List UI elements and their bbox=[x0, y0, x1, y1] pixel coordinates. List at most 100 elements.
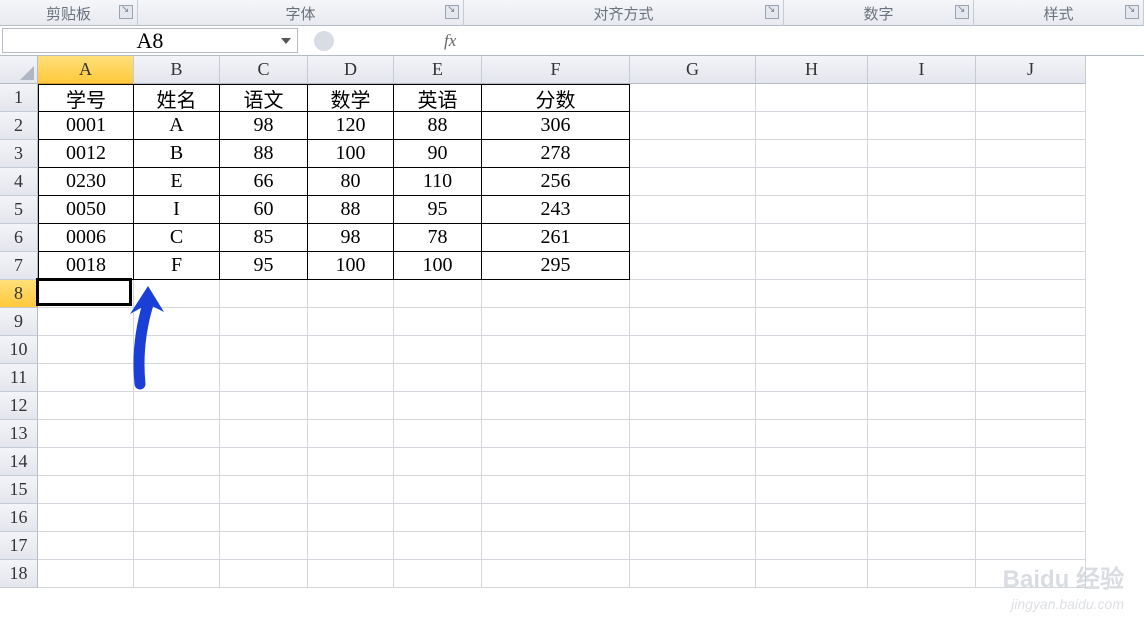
cell[interactable]: 88 bbox=[394, 112, 482, 140]
cell[interactable] bbox=[976, 280, 1086, 308]
cell[interactable] bbox=[38, 280, 134, 308]
column-header[interactable]: H bbox=[756, 56, 868, 84]
cell[interactable] bbox=[756, 140, 868, 168]
cell[interactable] bbox=[482, 420, 630, 448]
cell[interactable]: 95 bbox=[394, 196, 482, 224]
cell[interactable] bbox=[756, 252, 868, 280]
cell[interactable] bbox=[134, 448, 220, 476]
cell[interactable]: 98 bbox=[220, 112, 308, 140]
cell[interactable]: C bbox=[134, 224, 220, 252]
cell[interactable] bbox=[630, 112, 756, 140]
cell[interactable] bbox=[394, 504, 482, 532]
cell[interactable] bbox=[394, 364, 482, 392]
row-header[interactable]: 7 bbox=[0, 252, 38, 280]
row-header[interactable]: 12 bbox=[0, 392, 38, 420]
cell[interactable]: 306 bbox=[482, 112, 630, 140]
cell[interactable] bbox=[308, 280, 394, 308]
cell[interactable]: 120 bbox=[308, 112, 394, 140]
row-header[interactable]: 11 bbox=[0, 364, 38, 392]
row-header[interactable]: 16 bbox=[0, 504, 38, 532]
cell[interactable] bbox=[756, 224, 868, 252]
cell[interactable] bbox=[308, 532, 394, 560]
cell[interactable] bbox=[134, 560, 220, 588]
cell[interactable] bbox=[482, 448, 630, 476]
cell[interactable]: 256 bbox=[482, 168, 630, 196]
cell[interactable] bbox=[482, 560, 630, 588]
ribbon-group[interactable]: 剪贴板 bbox=[0, 0, 138, 26]
cell[interactable] bbox=[134, 476, 220, 504]
cell[interactable]: 姓名 bbox=[134, 84, 220, 112]
cell[interactable] bbox=[134, 280, 220, 308]
cell[interactable] bbox=[756, 532, 868, 560]
cell[interactable]: 学号 bbox=[38, 84, 134, 112]
cell[interactable]: 261 bbox=[482, 224, 630, 252]
row-header[interactable]: 2 bbox=[0, 112, 38, 140]
cell[interactable] bbox=[134, 364, 220, 392]
cell[interactable] bbox=[38, 448, 134, 476]
cell[interactable] bbox=[394, 392, 482, 420]
cell[interactable] bbox=[868, 504, 976, 532]
cell[interactable] bbox=[220, 504, 308, 532]
cell[interactable] bbox=[868, 420, 976, 448]
cell[interactable] bbox=[630, 224, 756, 252]
cell[interactable] bbox=[756, 560, 868, 588]
cell[interactable] bbox=[868, 448, 976, 476]
column-header[interactable]: E bbox=[394, 56, 482, 84]
cell[interactable] bbox=[868, 112, 976, 140]
cell[interactable] bbox=[976, 308, 1086, 336]
row-header[interactable]: 13 bbox=[0, 420, 38, 448]
cell[interactable] bbox=[976, 336, 1086, 364]
cell[interactable] bbox=[976, 252, 1086, 280]
cell[interactable] bbox=[868, 224, 976, 252]
cell[interactable] bbox=[38, 476, 134, 504]
column-header[interactable]: D bbox=[308, 56, 394, 84]
cell[interactable] bbox=[308, 308, 394, 336]
cell[interactable] bbox=[394, 336, 482, 364]
cell[interactable]: 88 bbox=[220, 140, 308, 168]
cell[interactable] bbox=[976, 476, 1086, 504]
cell[interactable]: 60 bbox=[220, 196, 308, 224]
cell[interactable] bbox=[630, 448, 756, 476]
cell[interactable] bbox=[976, 224, 1086, 252]
row-header[interactable]: 1 bbox=[0, 84, 38, 112]
select-all-corner[interactable] bbox=[0, 56, 38, 84]
cell[interactable] bbox=[756, 420, 868, 448]
cell[interactable]: 295 bbox=[482, 252, 630, 280]
cell[interactable] bbox=[134, 308, 220, 336]
cell[interactable] bbox=[482, 532, 630, 560]
cell[interactable] bbox=[220, 336, 308, 364]
cell[interactable] bbox=[868, 140, 976, 168]
cell[interactable] bbox=[482, 504, 630, 532]
dialog-launcher-icon[interactable] bbox=[119, 5, 133, 19]
cell[interactable] bbox=[220, 560, 308, 588]
cell[interactable]: 0018 bbox=[38, 252, 134, 280]
cell[interactable] bbox=[220, 308, 308, 336]
cell[interactable]: F bbox=[134, 252, 220, 280]
cell[interactable]: 100 bbox=[308, 252, 394, 280]
dialog-launcher-icon[interactable] bbox=[1125, 5, 1139, 19]
cell[interactable] bbox=[868, 392, 976, 420]
cell[interactable] bbox=[976, 420, 1086, 448]
cell[interactable] bbox=[394, 560, 482, 588]
cell[interactable] bbox=[868, 168, 976, 196]
cell[interactable] bbox=[976, 168, 1086, 196]
cell[interactable] bbox=[630, 560, 756, 588]
cell[interactable] bbox=[38, 364, 134, 392]
formula-input[interactable] bbox=[456, 33, 1144, 48]
cell[interactable] bbox=[630, 140, 756, 168]
name-box[interactable]: A8 bbox=[2, 28, 298, 53]
cell[interactable] bbox=[220, 448, 308, 476]
cell[interactable] bbox=[756, 448, 868, 476]
cell[interactable] bbox=[482, 336, 630, 364]
cell[interactable] bbox=[394, 476, 482, 504]
cell[interactable] bbox=[976, 140, 1086, 168]
column-header[interactable]: C bbox=[220, 56, 308, 84]
cell[interactable] bbox=[482, 364, 630, 392]
cell[interactable] bbox=[38, 504, 134, 532]
cell[interactable]: 243 bbox=[482, 196, 630, 224]
column-header[interactable]: B bbox=[134, 56, 220, 84]
cell[interactable] bbox=[308, 364, 394, 392]
cell[interactable] bbox=[756, 280, 868, 308]
cell[interactable]: 0001 bbox=[38, 112, 134, 140]
row-header[interactable]: 14 bbox=[0, 448, 38, 476]
